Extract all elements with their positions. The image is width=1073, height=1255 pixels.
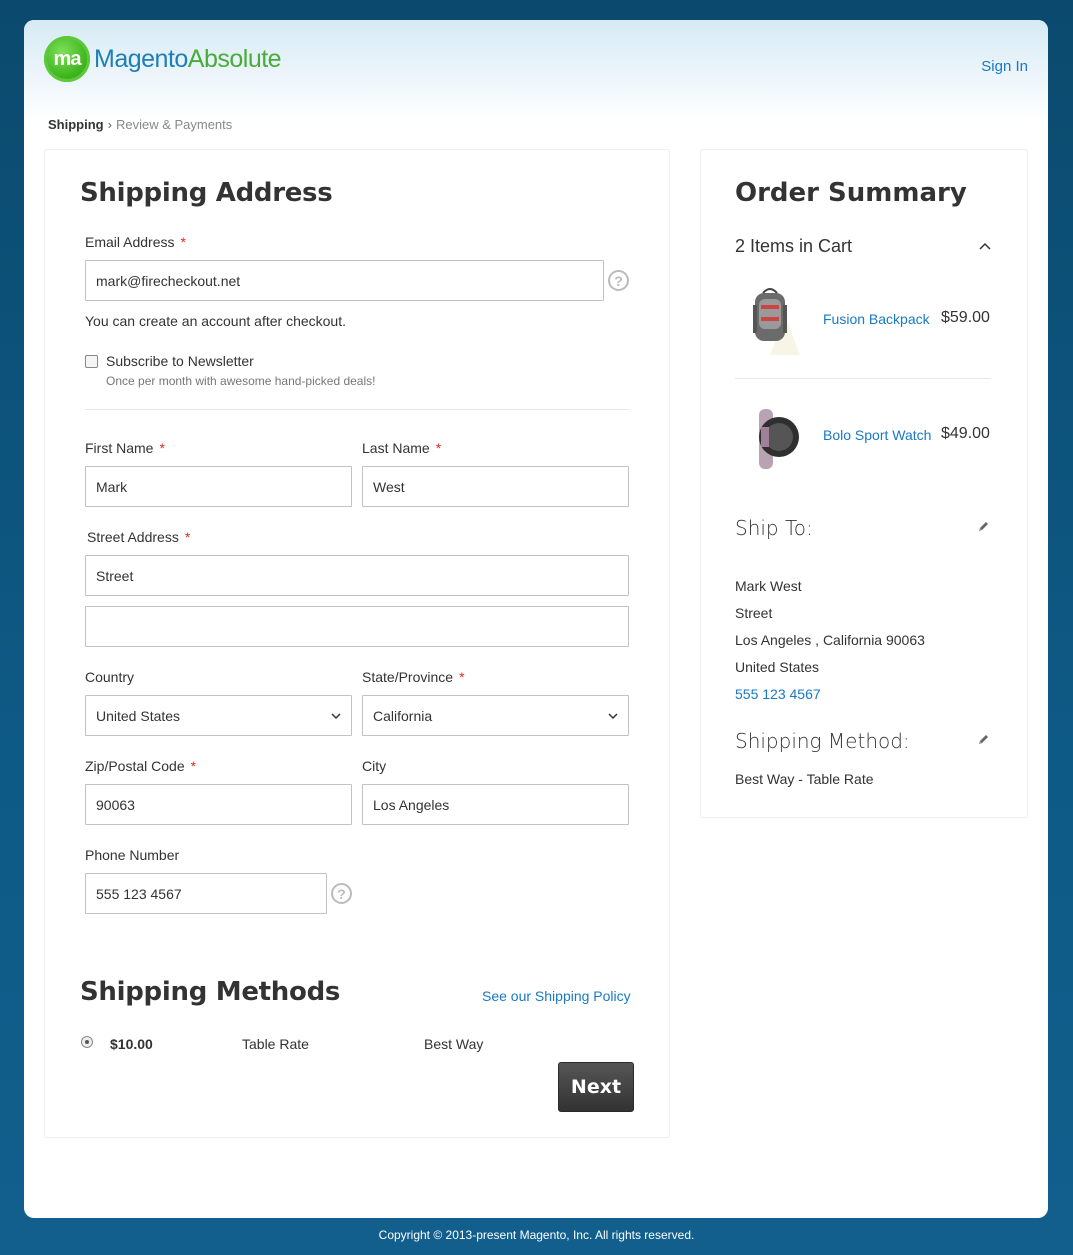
next-button[interactable]: Next bbox=[558, 1062, 634, 1112]
newsletter-checkbox[interactable] bbox=[85, 355, 98, 368]
city-field[interactable]: Los Angeles bbox=[362, 784, 629, 825]
chevron-down-icon bbox=[608, 713, 618, 720]
street-label: Street Address * bbox=[87, 529, 190, 545]
last-name-value: West bbox=[373, 478, 405, 495]
items-in-cart-toggle[interactable]: 2 Items in Cart bbox=[735, 236, 852, 257]
edit-pencil-icon[interactable] bbox=[977, 733, 990, 746]
phone-help-icon[interactable]: ? bbox=[331, 883, 352, 904]
required-mark: * bbox=[159, 440, 165, 456]
street-label-text: Street Address bbox=[87, 529, 179, 545]
country-label: Country bbox=[85, 669, 135, 685]
state-label: State/Province * bbox=[362, 669, 465, 685]
chevron-up-icon[interactable] bbox=[979, 242, 991, 250]
zip-value: 90063 bbox=[96, 796, 135, 813]
bolo-sport-watch-price: $49.00 bbox=[941, 425, 990, 442]
logo-badge-icon: ma bbox=[44, 36, 90, 82]
phone-label: Phone Number bbox=[85, 847, 180, 863]
email-label-text: Email Address bbox=[85, 234, 175, 250]
ship-to-phone-link[interactable]: 555 123 4567 bbox=[735, 686, 821, 702]
city-label: City bbox=[362, 758, 387, 774]
first-name-field[interactable]: Mark bbox=[85, 466, 352, 507]
logo[interactable]: ma MagentoAbsolute bbox=[44, 36, 282, 82]
first-name-label-text: First Name bbox=[85, 440, 154, 456]
order-summary-panel: Order Summary 2 Items in Cart Fusion Bac… bbox=[700, 149, 1028, 818]
street-line-1-field[interactable]: Street bbox=[85, 555, 629, 596]
bolo-sport-watch-link[interactable]: Bolo Sport Watch bbox=[823, 427, 931, 443]
required-mark: * bbox=[459, 669, 465, 685]
required-mark: * bbox=[180, 234, 186, 250]
newsletter-label[interactable]: Subscribe to Newsletter bbox=[106, 353, 254, 369]
street-line-1-value: Street bbox=[96, 567, 134, 584]
footer-copyright: Copyright © 2013-present Magento, Inc. A… bbox=[378, 1228, 695, 1242]
email-field[interactable]: mark@firecheckout.net bbox=[85, 260, 604, 301]
breadcrumb-review-payments[interactable]: Review & Payments bbox=[116, 117, 232, 132]
zip-label: Zip/Postal Code * bbox=[85, 758, 196, 774]
street-line-2-field[interactable] bbox=[85, 606, 629, 647]
ship-to-street: Street bbox=[735, 605, 773, 621]
fusion-backpack-link[interactable]: Fusion Backpack bbox=[823, 311, 930, 327]
required-mark: * bbox=[435, 440, 442, 456]
state-select[interactable]: California bbox=[362, 695, 629, 736]
shipping-address-title: Shipping Address bbox=[80, 178, 333, 208]
fusion-backpack-price: $59.00 bbox=[941, 309, 990, 326]
shipping-method-radio[interactable] bbox=[81, 1036, 93, 1048]
checkout-page: ma MagentoAbsolute Sign In Shipping › Revi… bbox=[24, 20, 1048, 1218]
logo-text-magento: Magento bbox=[94, 44, 188, 73]
required-mark: * bbox=[190, 758, 197, 774]
state-label-text: State/Province bbox=[362, 669, 454, 685]
state-value: California bbox=[373, 707, 433, 724]
ship-to-country: United States bbox=[735, 659, 820, 675]
order-summary-title: Order Summary bbox=[735, 178, 967, 208]
form-divider bbox=[85, 409, 630, 410]
city-value: Los Angeles bbox=[373, 796, 450, 813]
shipping-method-heading: Shipping Method: bbox=[735, 729, 910, 753]
bolo-sport-watch-image[interactable] bbox=[745, 405, 805, 475]
required-mark: * bbox=[184, 529, 191, 545]
first-name-value: Mark bbox=[96, 478, 128, 495]
shipping-panel: Shipping Address Email Address * mark@fir… bbox=[44, 149, 670, 1138]
ship-to-heading: Ship To: bbox=[735, 516, 813, 540]
cart-item-divider bbox=[735, 378, 991, 379]
method-price: $10.00 bbox=[110, 1036, 153, 1052]
breadcrumb-shipping: Shipping bbox=[48, 117, 104, 132]
email-help-icon[interactable]: ? bbox=[608, 270, 629, 291]
phone-field[interactable]: 555 123 4567 bbox=[85, 873, 327, 914]
method-title: Table Rate bbox=[242, 1036, 309, 1052]
shipping-method-value: Best Way - Table Rate bbox=[735, 771, 874, 787]
last-name-label: Last Name * bbox=[362, 440, 441, 456]
last-name-field[interactable]: West bbox=[362, 466, 629, 507]
shipping-policy-link[interactable]: See our Shipping Policy bbox=[482, 988, 631, 1004]
chevron-down-icon bbox=[331, 713, 341, 720]
last-name-label-text: Last Name bbox=[362, 440, 430, 456]
sign-in-link[interactable]: Sign In bbox=[981, 58, 1028, 75]
country-value: United States bbox=[96, 707, 181, 724]
ship-to-name: Mark West bbox=[735, 578, 802, 594]
logo-text-absolute: Absolute bbox=[187, 44, 282, 73]
fusion-backpack-image[interactable] bbox=[745, 285, 805, 355]
account-note: You can create an account after checkout… bbox=[85, 313, 346, 329]
header: ma MagentoAbsolute Sign In bbox=[24, 20, 1048, 120]
first-name-label: First Name * bbox=[85, 440, 165, 456]
carrier-title: Best Way bbox=[424, 1036, 484, 1052]
email-value: mark@firecheckout.net bbox=[96, 272, 241, 289]
breadcrumb: Shipping › Review & Payments bbox=[48, 117, 232, 132]
zip-field[interactable]: 90063 bbox=[85, 784, 352, 825]
logo-text: MagentoAbsolute bbox=[94, 44, 282, 74]
zip-label-text: Zip/Postal Code bbox=[85, 758, 185, 774]
shipping-methods-title: Shipping Methods bbox=[80, 977, 341, 1007]
breadcrumb-separator: › bbox=[107, 117, 112, 132]
ship-to-city-line: Los Angeles , California 90063 bbox=[735, 632, 925, 648]
country-select[interactable]: United States bbox=[85, 695, 352, 736]
edit-pencil-icon[interactable] bbox=[977, 520, 990, 533]
email-label: Email Address * bbox=[85, 234, 186, 250]
newsletter-note: Once per month with awesome hand-picked … bbox=[106, 374, 376, 388]
phone-value: 555 123 4567 bbox=[96, 885, 182, 902]
